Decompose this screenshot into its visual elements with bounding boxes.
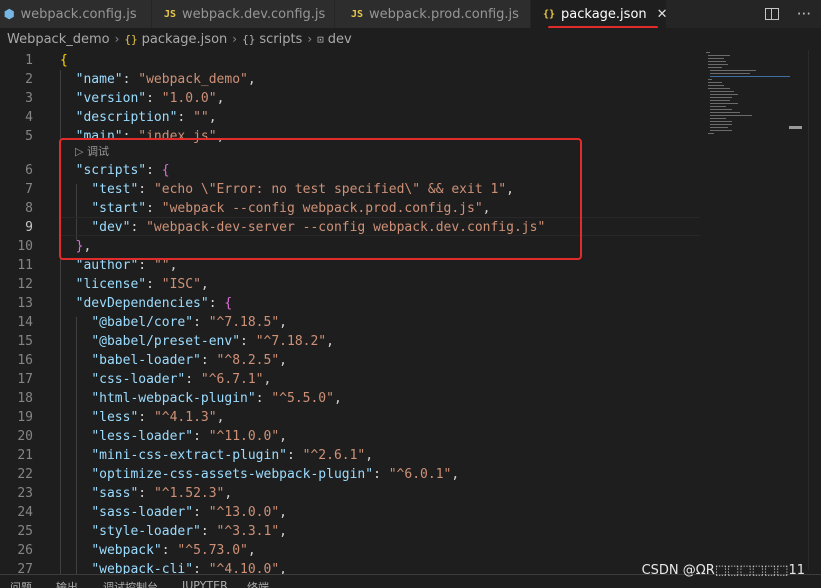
code-line: 18 "html-webpack-plugin": "^5.5.0", [17, 391, 342, 406]
vertical-scrollbar[interactable] [808, 50, 821, 570]
breadcrumb-file[interactable]: package.json [142, 32, 228, 47]
object-icon: {} [242, 32, 256, 46]
scrollbar-position-marker [789, 126, 802, 129]
tab-webpack-dev-config[interactable]: JS webpack.dev.config.js [152, 0, 335, 28]
code-line: 12 "license": "ISC", [17, 277, 209, 292]
chevron-right-icon: › [307, 32, 313, 46]
code-line: 2 "name": "webpack_demo", [25, 72, 256, 87]
highlight-annotation-box [59, 138, 582, 260]
tab-webpack-config[interactable]: ⬢ webpack.config.js [0, 0, 152, 28]
csdn-watermark: CSDN @ΩR⬚⬚⬚⬚⬚⬚11 [641, 563, 805, 578]
code-line: 22 "optimize-css-assets-webpack-plugin":… [17, 467, 460, 482]
editor-actions: ··· [764, 0, 811, 28]
panel-tab-terminal[interactable]: 终端 [247, 579, 269, 588]
breadcrumb-scripts[interactable]: scripts [259, 32, 302, 47]
code-line: 26 "webpack": "^5.73.0", [17, 543, 256, 558]
tab-package-json[interactable]: {} package.json ✕ [531, 0, 668, 28]
chevron-right-icon: › [114, 32, 120, 46]
code-line: 16 "babel-loader": "^8.2.5", [17, 353, 287, 368]
json-icon: {} [543, 8, 556, 20]
breadcrumb-folder[interactable]: Webpack_demo [7, 32, 110, 47]
panel-tab-problems[interactable]: 问题 [10, 579, 32, 588]
code-line: 27 "webpack-cli": "^4.10.0", [17, 562, 287, 574]
code-line: 4 "description": "", [25, 110, 217, 125]
code-editor[interactable]: 1{ 2 "name": "webpack_demo", 3 "version"… [0, 50, 821, 574]
breadcrumb-dev[interactable]: dev [328, 32, 352, 47]
panel-tab-debug-console[interactable]: 调试控制台 [103, 579, 158, 588]
tab-webpack-prod-config[interactable]: JS webpack.prod.config.js [335, 0, 531, 28]
editor-tab-bar: ⬢ webpack.config.js JS webpack.dev.confi… [0, 0, 821, 28]
property-icon: ⊡ [317, 32, 324, 46]
tab-label: package.json [561, 6, 647, 22]
close-icon[interactable]: ✕ [657, 7, 668, 22]
code-line: 13 "devDependencies": { [17, 296, 233, 311]
code-line: 23 "sass": "^1.52.3", [17, 486, 233, 501]
code-line: 1{ [25, 53, 68, 68]
code-line: 24 "sass-loader": "^13.0.0", [17, 505, 287, 520]
js-icon: JS [351, 8, 364, 20]
split-editor-icon[interactable] [764, 8, 779, 20]
more-actions-icon[interactable]: ··· [797, 5, 811, 23]
code-line: 17 "css-loader": "^6.7.1", [17, 372, 272, 387]
js-icon: JS [164, 8, 177, 20]
tab-label: webpack.dev.config.js [182, 6, 326, 22]
panel-tab-output[interactable]: 输出 [56, 579, 78, 588]
code-line: 14 "@babel/core": "^7.18.5", [17, 315, 287, 330]
code-line: 3 "version": "1.0.0", [25, 91, 225, 106]
code-line: 25 "style-loader": "^3.3.1", [17, 524, 287, 539]
tab-label: webpack.prod.config.js [369, 6, 519, 22]
code-line: 21 "mini-css-extract-plugin": "^2.6.1", [17, 448, 374, 463]
code-line: 19 "less": "^4.1.3", [17, 410, 225, 425]
panel-tab-jupyter[interactable]: JUPYTER [182, 579, 228, 588]
breadcrumb: Webpack_demo › {} package.json › {} scri… [0, 28, 821, 50]
json-icon: {} [124, 32, 138, 46]
code-line: 15 "@babel/preset-env": "^7.18.2", [17, 334, 334, 349]
webpack-icon: ⬢ [4, 7, 15, 21]
chevron-right-icon: › [232, 32, 238, 46]
code-line: 20 "less-loader": "^11.0.0", [17, 429, 287, 444]
tab-label: webpack.config.js [20, 6, 137, 22]
